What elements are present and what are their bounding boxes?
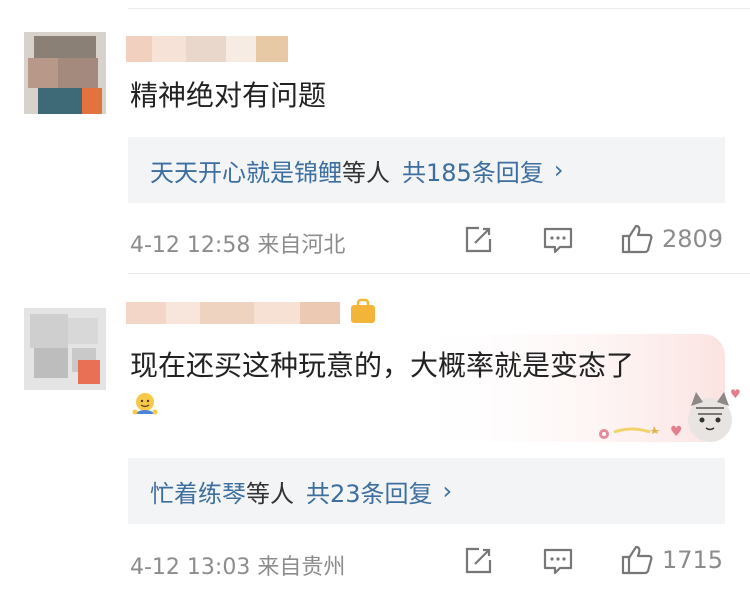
username-blurred[interactable]: [126, 36, 288, 62]
comment-button[interactable]: [542, 547, 574, 577]
reply-summary[interactable]: 天天开心就是锦鲤 等人 共185条回复 ›: [128, 137, 725, 203]
reply-user-link[interactable]: 忙着练琴: [150, 474, 246, 509]
share-icon: [465, 547, 492, 574]
svg-text:♥: ♥: [730, 387, 741, 401]
reply-summary[interactable]: 忙着练琴 等人 共23条回复 ›: [128, 458, 725, 524]
avatar[interactable]: [24, 32, 106, 114]
svg-text:♥: ♥: [670, 424, 683, 440]
cat-sticker-icon: ♥ ♥: [599, 387, 741, 442]
emoji-face-icon: [132, 393, 158, 415]
reply-suffix: 等人: [246, 479, 294, 508]
like-icon: [621, 224, 653, 254]
like-count: 2809: [662, 225, 724, 253]
share-button[interactable]: [462, 545, 494, 577]
username-blurred[interactable]: [126, 302, 340, 324]
comment-meta: 4-12 13:03 来自贵州: [130, 555, 346, 580]
comment-item: 现在还买这种玩意的，大概率就是变态了 ♥ ♥ 忙着练琴 等人 共23条回复 › …: [0, 272, 750, 601]
comment-text: 精神绝对有问题: [130, 79, 327, 112]
like-button[interactable]: 1715: [620, 544, 723, 576]
like-icon: [621, 545, 653, 575]
comment-button[interactable]: [542, 226, 574, 256]
like-button[interactable]: 2809: [620, 223, 723, 255]
share-button[interactable]: [462, 224, 494, 256]
comment-icon: [543, 548, 573, 575]
reply-suffix: 等人: [342, 158, 390, 187]
comment-text: 现在还买这种玩意的，大概率就是变态了: [130, 349, 635, 382]
like-count: 1715: [662, 546, 724, 574]
comment-icon: [543, 227, 573, 254]
share-icon: [465, 226, 492, 253]
chevron-right-icon: ›: [442, 477, 453, 505]
comment-item: 精神绝对有问题 天天开心就是锦鲤 等人 共185条回复 › 4-12 12:58…: [0, 0, 750, 272]
chevron-right-icon: ›: [553, 156, 564, 184]
comment-meta: 4-12 12:58 来自河北: [130, 233, 346, 258]
reply-user-link[interactable]: 天天开心就是锦鲤: [150, 153, 342, 188]
reply-count-link[interactable]: 共23条回复: [306, 474, 433, 509]
member-badge-icon: [351, 298, 375, 323]
reply-count-link[interactable]: 共185条回复: [402, 153, 544, 188]
avatar[interactable]: [24, 308, 106, 390]
